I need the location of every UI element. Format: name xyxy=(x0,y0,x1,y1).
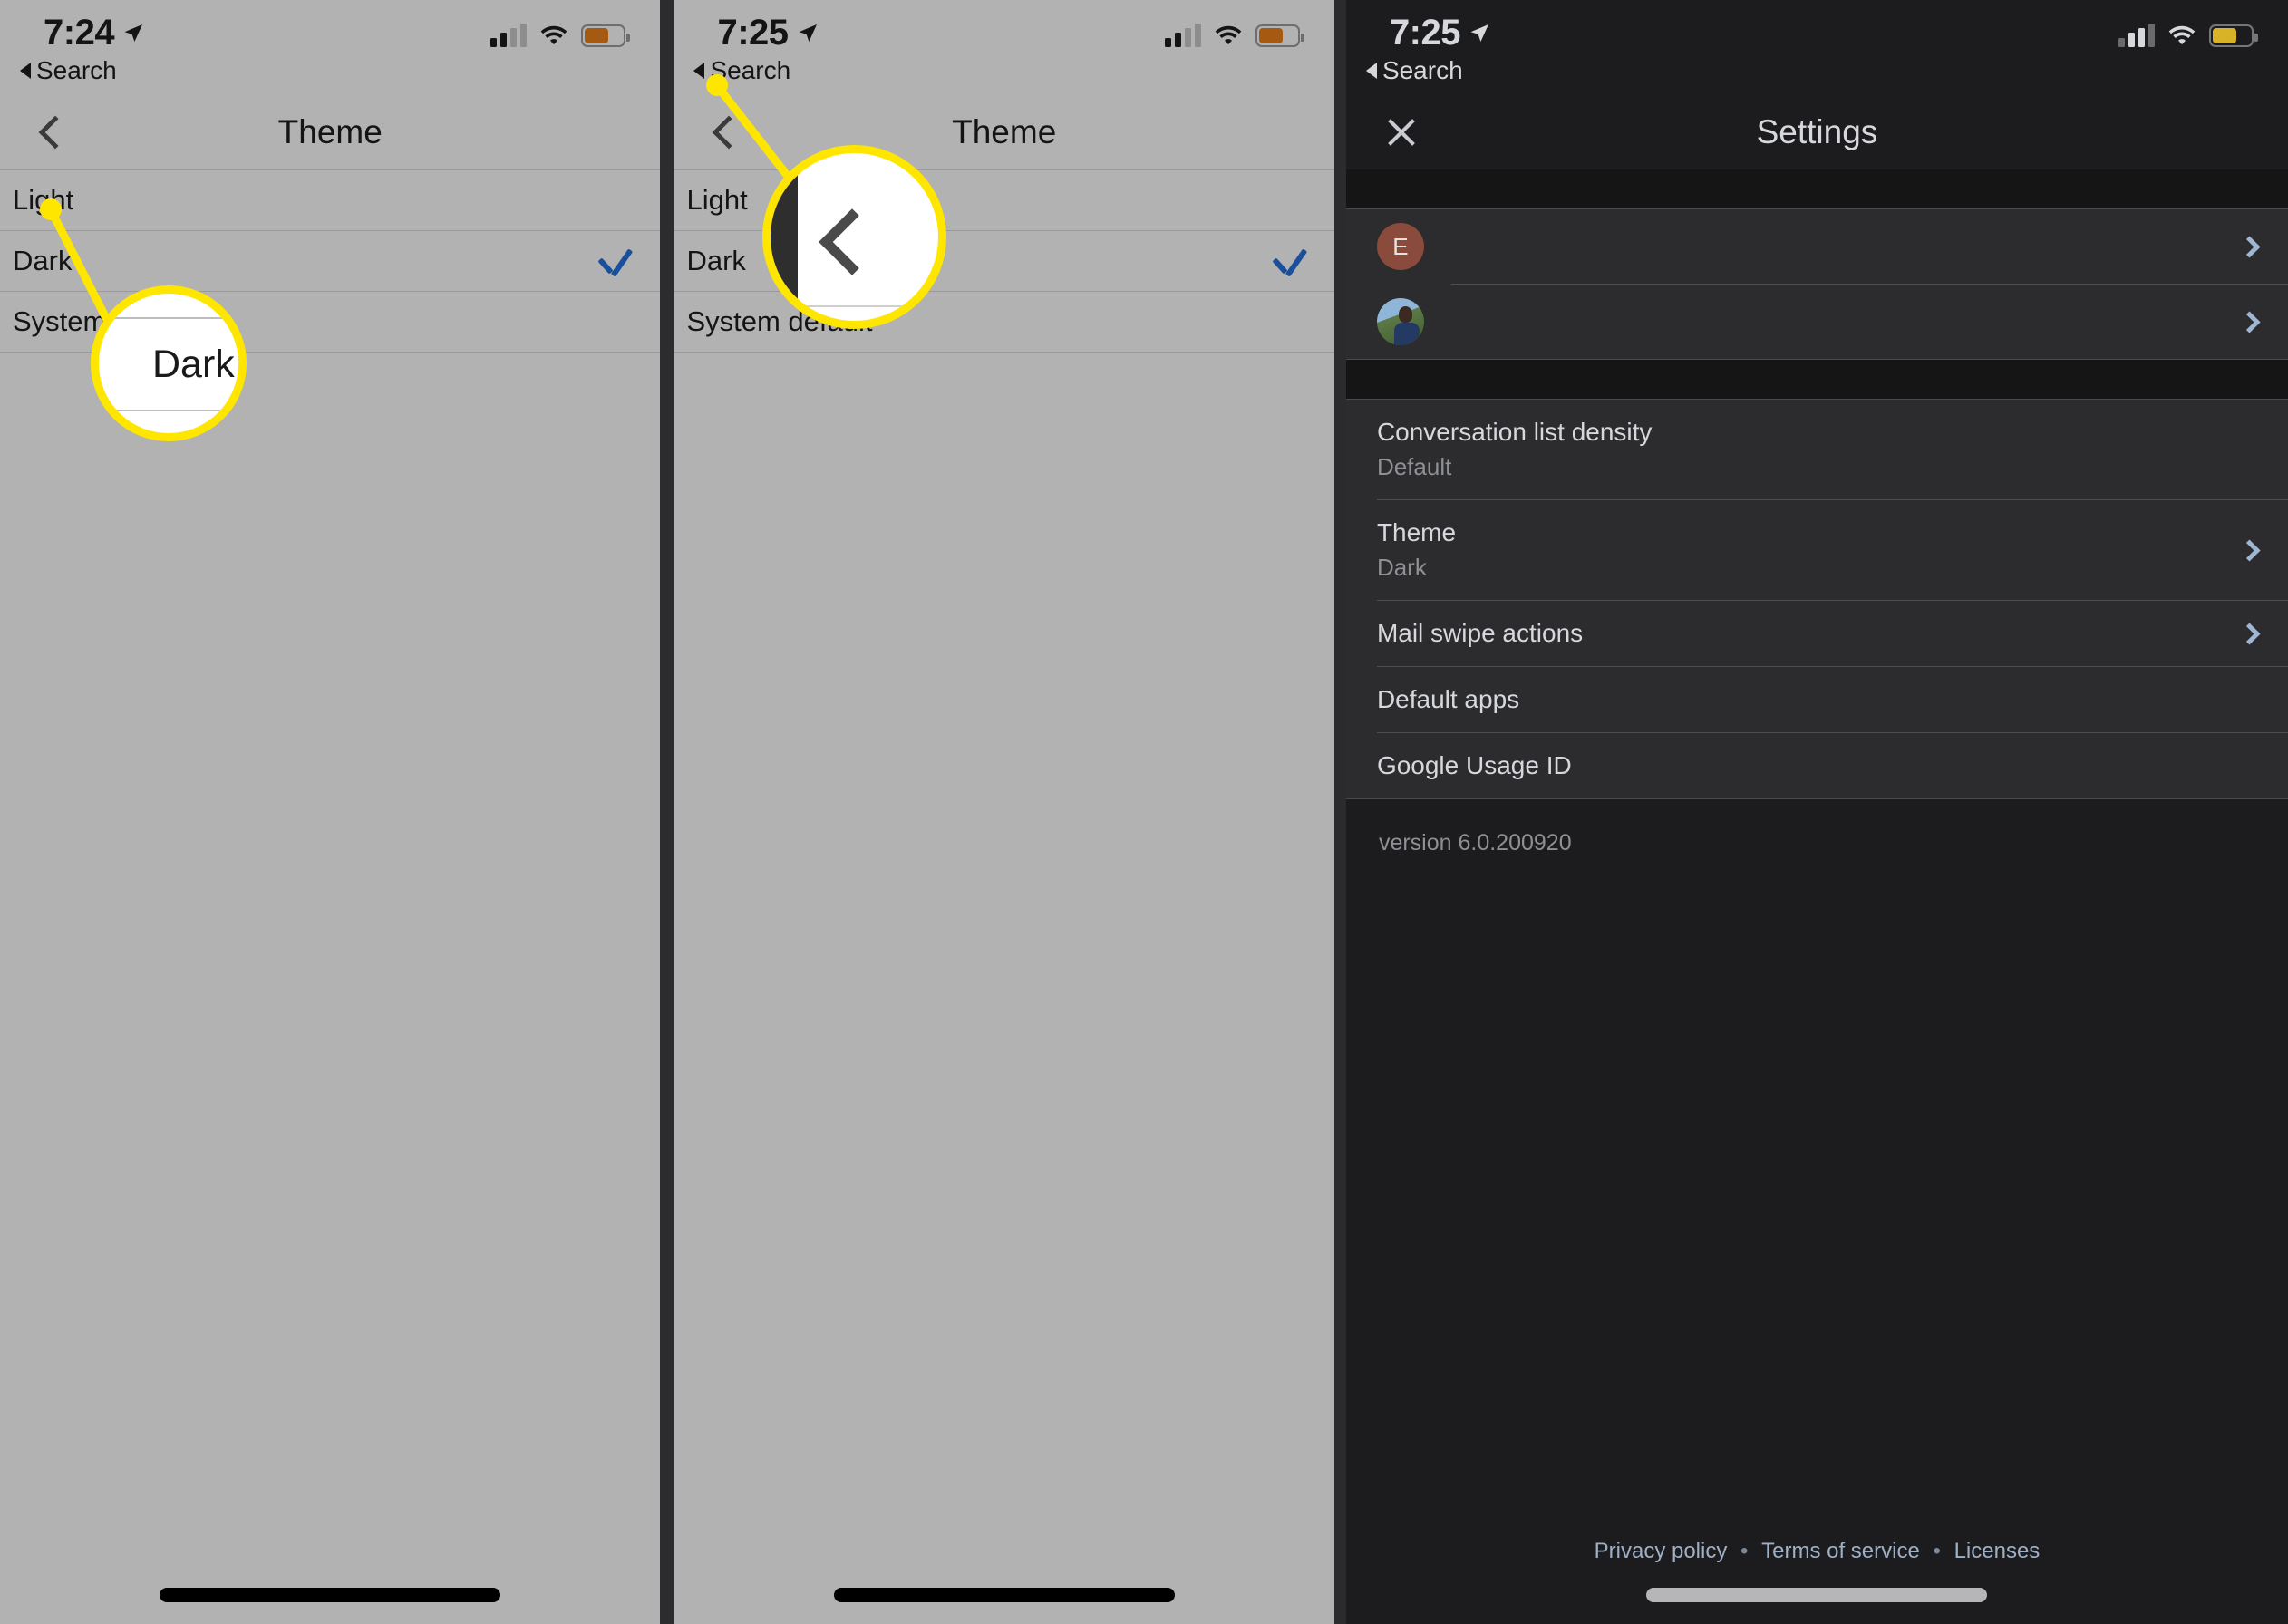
page-title: Settings xyxy=(1756,113,1878,150)
cellular-bars-icon xyxy=(1164,24,1201,47)
status-bar: 7:24 Search xyxy=(0,0,660,95)
panel-theme-after: 7:25 Search Theme Light Dark System defa… xyxy=(674,0,1334,1624)
panel-settings: 7:25 Search Settings E Conversation list… xyxy=(1345,0,2288,1624)
avatar xyxy=(1376,298,1424,345)
status-time: 7:24 xyxy=(44,13,115,53)
chevron-left-icon xyxy=(819,208,887,276)
setting-row-mail-swipe-actions[interactable]: Mail swipe actions xyxy=(1346,601,2288,666)
status-bar: 7:25 Search xyxy=(1346,0,2288,95)
panel-divider xyxy=(1333,0,1346,1624)
section-spacer xyxy=(1345,169,2288,208)
location-arrow-icon xyxy=(1470,24,1488,42)
status-back-label: Search xyxy=(36,56,117,84)
setting-row-theme[interactable]: Theme Dark xyxy=(1346,500,2288,600)
privacy-policy-link[interactable]: Privacy policy xyxy=(1595,1539,1728,1563)
panel-theme-before: 7:24 Search Theme Light Dark System Dark xyxy=(0,0,661,1624)
setting-title: Google Usage ID xyxy=(1376,751,1572,779)
location-arrow-icon xyxy=(124,24,143,42)
callout-text: Dark xyxy=(152,343,235,386)
triangle-left-icon xyxy=(693,63,705,79)
footer-separator: • xyxy=(1933,1539,1941,1563)
setting-title: Mail swipe actions xyxy=(1376,619,1584,647)
page-title: Theme xyxy=(952,113,1057,150)
nav-bar: Theme xyxy=(0,95,660,169)
cellular-bars-icon xyxy=(490,24,528,47)
option-label: Dark xyxy=(686,245,746,276)
triangle-left-icon xyxy=(1365,63,1377,79)
footer-separator: • xyxy=(1740,1539,1749,1563)
status-time-group: 7:25 xyxy=(1390,13,1490,53)
status-time: 7:25 xyxy=(717,13,789,53)
setting-row-google-usage-id[interactable]: Google Usage ID xyxy=(1346,733,2288,798)
battery-icon xyxy=(581,24,631,47)
setting-title: Theme xyxy=(1376,518,1457,546)
terms-of-service-link[interactable]: Terms of service xyxy=(1761,1539,1920,1563)
setting-title: Default apps xyxy=(1376,685,1520,713)
theme-option-dark[interactable]: Dark xyxy=(0,231,661,292)
wifi-icon xyxy=(1215,25,1242,45)
callout-edge-strip xyxy=(771,153,799,321)
callout-anchor-dot xyxy=(40,198,62,220)
home-indicator xyxy=(160,1588,501,1602)
status-time: 7:25 xyxy=(1389,13,1461,53)
accounts-block: E xyxy=(1345,208,2288,360)
callout-magnifier-dark-option: Dark xyxy=(91,285,247,441)
status-back-to-search[interactable]: Search xyxy=(20,56,117,85)
battery-icon xyxy=(2209,24,2258,47)
status-time-group: 7:24 xyxy=(44,13,144,53)
page-title: Theme xyxy=(277,113,383,150)
wifi-icon xyxy=(2168,25,2196,45)
version-label: version 6.0.200920 xyxy=(1378,830,1572,856)
setting-row-conversation-list-density[interactable]: Conversation list density Default xyxy=(1346,400,2288,499)
section-spacer xyxy=(1345,360,2288,399)
chevron-right-icon xyxy=(2238,538,2261,562)
option-label: Light xyxy=(686,184,748,216)
setting-title: Conversation list density xyxy=(1376,418,1653,446)
setting-subtitle: Dark xyxy=(1376,554,1427,581)
callout-magnifier-back-button xyxy=(762,145,947,329)
battery-icon xyxy=(1255,24,1304,47)
chevron-right-icon xyxy=(2238,622,2261,645)
status-bar: 7:25 Search xyxy=(674,0,1333,95)
avatar: E xyxy=(1376,223,1424,270)
chevron-right-icon xyxy=(2238,235,2261,258)
cellular-bars-icon xyxy=(2118,24,2155,47)
nav-bar: Settings xyxy=(1346,95,2288,169)
home-indicator xyxy=(833,1588,1175,1602)
status-indicators xyxy=(2118,24,2258,47)
wifi-icon xyxy=(541,25,567,45)
option-label: Dark xyxy=(13,245,73,276)
chevron-right-icon xyxy=(2238,310,2261,334)
licenses-link[interactable]: Licenses xyxy=(1954,1539,2041,1563)
checkmark-icon xyxy=(596,243,634,279)
account-row[interactable] xyxy=(1346,285,2288,359)
home-indicator xyxy=(1646,1588,1988,1602)
setting-subtitle: Default xyxy=(1376,453,1452,480)
panel-divider xyxy=(660,0,674,1624)
footer-links: Privacy policy • Terms of service • Lice… xyxy=(1346,1539,2288,1564)
status-indicators xyxy=(1164,24,1304,47)
setting-row-default-apps[interactable]: Default apps xyxy=(1346,667,2288,732)
triangle-left-icon xyxy=(20,63,31,79)
checkmark-icon xyxy=(1271,243,1308,279)
theme-option-light[interactable]: Light xyxy=(0,170,661,231)
status-back-label: Search xyxy=(1382,56,1463,84)
location-arrow-icon xyxy=(799,24,817,42)
status-back-to-search[interactable]: Search xyxy=(1365,56,1463,85)
status-indicators xyxy=(490,24,631,47)
screenshot-stage: 7:24 Search Theme Light Dark System Dark… xyxy=(0,0,2288,1624)
status-time-group: 7:25 xyxy=(717,13,818,53)
settings-list: Conversation list density Default Theme … xyxy=(1345,399,2288,799)
account-row[interactable]: E xyxy=(1346,209,2288,284)
